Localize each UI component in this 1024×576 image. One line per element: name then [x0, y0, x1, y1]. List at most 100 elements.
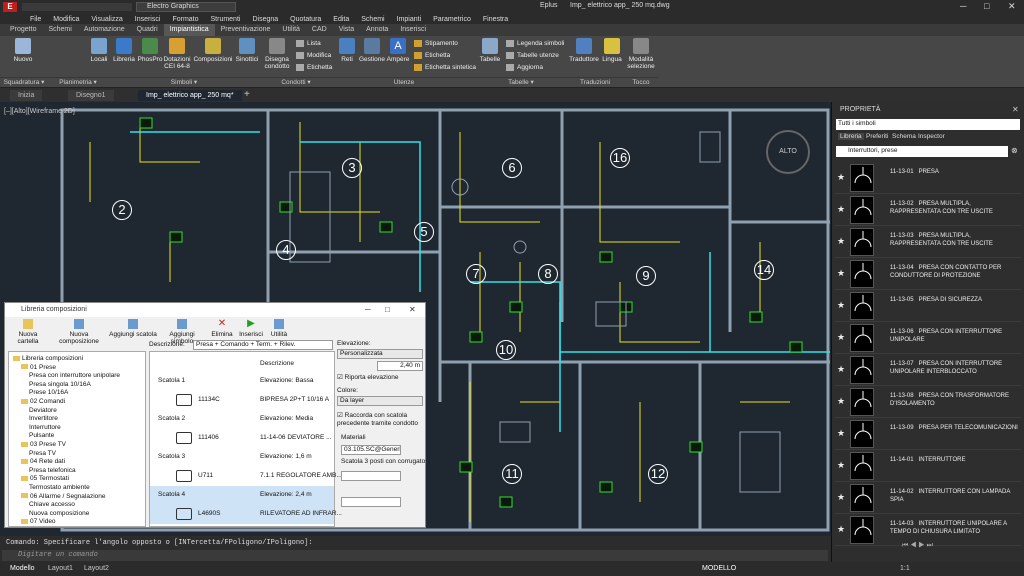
viewport-label[interactable]: [–][Alto][Wireframe 2D] — [4, 108, 75, 115]
panel-tab[interactable]: Libreria — [838, 133, 864, 140]
tree-item[interactable]: Deviatore — [29, 407, 57, 415]
annotation-scale[interactable]: 1:1 — [900, 564, 910, 574]
legenda-button[interactable]: Legenda simboli — [506, 40, 564, 48]
new-tab-icon[interactable]: + — [244, 89, 250, 100]
minimize-icon[interactable]: ─ — [960, 1, 966, 11]
favorite-star-icon[interactable]: ★ — [837, 236, 845, 247]
app-logo-icon[interactable]: E — [3, 2, 17, 12]
grid-row[interactable]: U711 7.1.1 REGOLATORE AMB... — [150, 466, 342, 486]
modalita-button[interactable]: Modalità selezione — [626, 38, 656, 70]
symbol-list-item[interactable]: ★ 11-13-01 PRESA — [834, 162, 1022, 194]
grid-row[interactable]: Scatola 4 Elevazione: 2,4 m — [150, 486, 334, 504]
doc-tab-inizia[interactable]: Inizia — [10, 90, 43, 101]
group-planimetria[interactable]: Planimetria ▾ — [48, 77, 108, 87]
tree-item[interactable]: Termostato ambiente — [29, 484, 90, 492]
tree-item[interactable]: 03 Prese TV — [21, 441, 66, 449]
favorite-star-icon[interactable]: ★ — [837, 524, 845, 535]
tree-item[interactable]: Prese 10/16A — [29, 389, 68, 397]
grid-row[interactable]: Scatola 2 Elevazione: Media — [150, 410, 334, 428]
pagination[interactable]: ⏮ ◀ ▶ ⏭ — [902, 542, 933, 550]
lista-button[interactable]: Lista — [296, 40, 321, 48]
ribbon-tab[interactable]: Quadri — [131, 24, 164, 36]
ribbon-tab[interactable]: Impiantistica — [163, 24, 215, 36]
disegna-condotto-button[interactable]: Disegna condotto — [262, 38, 292, 70]
composition-grid[interactable]: Descrizione Scatola 1 Elevazione: Bassa 11… — [149, 351, 342, 527]
quick-access-toolbar[interactable] — [22, 3, 132, 11]
favorite-star-icon[interactable]: ★ — [837, 332, 845, 343]
tree-item[interactable]: 01 Prese — [21, 364, 56, 372]
tabelle-utenze-button[interactable]: Tabelle utenze — [506, 52, 559, 60]
ampere-button[interactable]: A Ampère — [386, 38, 410, 63]
view-cube[interactable]: ALTO — [766, 130, 810, 174]
favorite-star-icon[interactable]: ★ — [837, 460, 845, 471]
favorite-star-icon[interactable]: ★ — [837, 492, 845, 503]
tree-item[interactable]: Invertitore — [29, 415, 58, 423]
dialog-minimize-icon[interactable]: ─ — [365, 305, 371, 314]
grid-row[interactable]: L4690S RILEVATORE AD INFRAR... — [150, 504, 342, 524]
ribbon-tab[interactable]: Inserisci — [394, 24, 432, 36]
tree-item[interactable]: Presa telefonica — [29, 467, 76, 475]
tab-modello[interactable]: Modello — [10, 564, 35, 574]
grid-row[interactable]: Scatola 1 Elevazione: Bassa — [150, 372, 334, 390]
dialog-maximize-icon[interactable]: □ — [385, 305, 390, 314]
ribbon-tab[interactable]: Progetto — [4, 24, 42, 36]
panel-tab[interactable]: Inspector — [916, 133, 947, 140]
utilita-button[interactable]: Utilità — [267, 319, 291, 338]
dotazioni-button[interactable]: Dotazioni CEI 64-8 — [162, 38, 192, 70]
panel-tab[interactable]: Preferiti — [864, 133, 890, 140]
favorite-star-icon[interactable]: ★ — [837, 364, 845, 375]
favorite-star-icon[interactable]: ★ — [837, 204, 845, 215]
symbol-list-item[interactable]: ★ 11-14-01 INTERRUTTORE — [834, 450, 1022, 482]
tree-item[interactable]: 07 Video — [21, 518, 56, 526]
nuovo-button[interactable]: Nuovo — [8, 38, 38, 63]
symbol-filter-select[interactable]: Tutti i simboli — [836, 119, 1020, 130]
category-select[interactable]: Interruttori, prese — [836, 146, 1008, 157]
nuova-cartella-button[interactable]: Nuova cartella — [8, 319, 48, 345]
favorite-star-icon[interactable]: ★ — [837, 268, 845, 279]
ribbon-tab[interactable]: Vista — [333, 24, 360, 36]
grid-row[interactable]: 111406 11-14-06 DEVIATORE ... — [150, 428, 334, 448]
tree-item[interactable]: Presa singola 10/16A — [29, 381, 91, 389]
reti-button[interactable]: Reti — [336, 38, 358, 63]
group-condotti[interactable]: Condotti ▾ — [260, 77, 332, 87]
composition-tree[interactable]: Libreria composizioni 01 Prese Presa con i… — [8, 351, 146, 527]
symbol-list-item[interactable]: ★ 11-13-05 PRESA DI SICUREZZA — [834, 290, 1022, 322]
stipamento-button[interactable]: Stipamento — [414, 40, 458, 48]
materiale-input[interactable]: 03.105.SC@Generico — [341, 445, 401, 455]
traduttore-button[interactable]: Traduttore — [568, 38, 600, 63]
symbol-list-item[interactable]: ★ 11-13-06 PRESA CON INTERRUTTORE UNIPOLA… — [834, 322, 1022, 354]
modifica-button[interactable]: Modifica — [296, 52, 331, 60]
ribbon-tab[interactable]: Preventivazione — [215, 24, 277, 36]
tree-item[interactable]: Nuova composizione — [29, 510, 89, 518]
elimina-button[interactable]: ✕ Elimina — [209, 319, 235, 339]
tab-layout1[interactable]: Layout1 — [48, 564, 73, 574]
close-icon[interactable]: ✕ — [1008, 1, 1016, 12]
favorite-star-icon[interactable]: ★ — [837, 300, 845, 311]
group-tabelle[interactable]: Tabelle ▾ — [476, 77, 566, 87]
maximize-icon[interactable]: □ — [984, 1, 989, 11]
tree-item[interactable]: Chiave accesso — [29, 501, 75, 509]
dialog-close-icon[interactable]: ✕ — [409, 305, 416, 314]
ribbon-tab[interactable]: CAD — [306, 24, 333, 36]
aggiungi-scatola-button[interactable]: Aggiungi scatola — [109, 319, 157, 338]
ribbon-tab[interactable]: Utilità — [276, 24, 306, 36]
symbol-list-item[interactable]: ★ 11-13-02 PRESA MULTIPLA, RAPPRESENTATA … — [834, 194, 1022, 226]
grid-row[interactable]: Scatola 3 Elevazione: 1,6 m — [150, 448, 334, 466]
riporta-checkbox[interactable]: ☑ Riporta elevazione — [337, 374, 398, 382]
etichetta-button[interactable]: Etichetta — [296, 64, 332, 72]
symbol-list-item[interactable]: ★ 11-13-09 PRESA PER TELECOMUNICAZIONI — [834, 418, 1022, 450]
command-input[interactable]: Digitare un comando — [2, 550, 828, 561]
symbol-list-item[interactable]: ★ 11-14-02 INTERRUTTORE CON LAMPADA SPIA — [834, 482, 1022, 514]
inserisci-button[interactable]: ▶ Inserisci — [237, 319, 265, 339]
tree-item[interactable]: Interruttore — [29, 424, 61, 432]
ribbon-tab[interactable]: Annota — [360, 24, 394, 36]
etichetta-sintetica-button[interactable]: Etichetta sintetica — [414, 64, 476, 72]
model-space-indicator[interactable]: MODELLO — [702, 564, 736, 574]
lingua-button[interactable]: Lingua — [600, 38, 624, 63]
tree-item[interactable]: Pulsante — [29, 432, 54, 440]
tree-item[interactable]: Presa TV — [29, 450, 56, 458]
libreria-button[interactable]: Libreria — [110, 38, 138, 63]
symbol-list-item[interactable]: ★ 11-13-04 PRESA CON CONTATTO PER CONDUTT… — [834, 258, 1022, 290]
grid-row[interactable]: 11134C BIPRESA 2P+T 10/16 A — [150, 390, 334, 410]
tree-item[interactable]: 04 Rete dati — [21, 458, 65, 466]
